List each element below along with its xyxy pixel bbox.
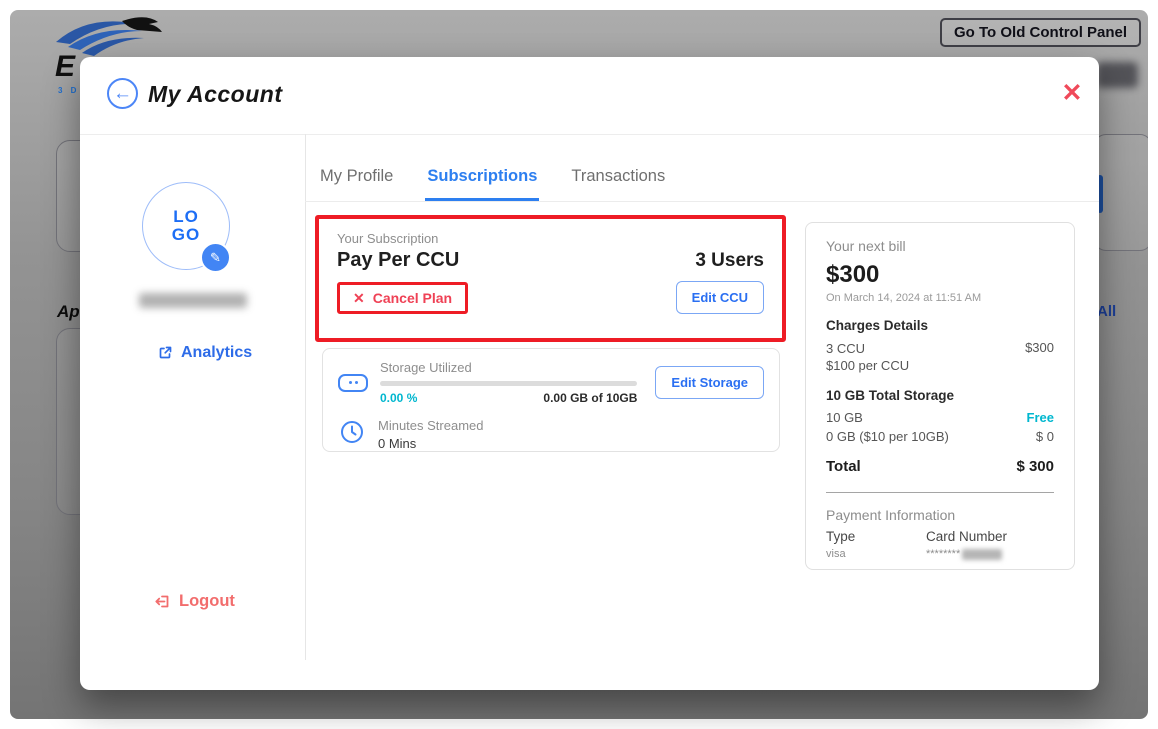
storage-card: Storage Utilized 0.00 % 0.00 GB of 10GB … xyxy=(322,348,780,452)
storage-percent: 0.00 % xyxy=(380,391,417,405)
next-bill-card: Your next bill $300 On March 14, 2024 at… xyxy=(805,222,1075,570)
ccu-amount: $300 xyxy=(1025,340,1054,374)
storage-progress-bar xyxy=(380,381,637,386)
clock-icon xyxy=(340,420,364,444)
sidebar-divider xyxy=(305,134,306,660)
avatar-text-line2: GO xyxy=(172,226,200,244)
card-number-value: ******** xyxy=(926,548,960,560)
backdrop-partial-heading: Ap xyxy=(57,302,80,322)
next-bill-date: On March 14, 2024 at 11:51 AM xyxy=(826,292,1054,304)
cancel-plan-button[interactable]: ✕ Cancel Plan xyxy=(337,282,468,314)
plan-users: 3 Users xyxy=(695,250,764,272)
edit-avatar-button[interactable]: ✎ xyxy=(200,242,231,273)
tab-transactions[interactable]: Transactions xyxy=(569,167,667,201)
pencil-icon: ✎ xyxy=(210,250,221,266)
payment-type-value: visa xyxy=(826,548,926,560)
modal-header: ← My Account ✕ xyxy=(80,57,1099,135)
charges-details-header: Charges Details xyxy=(826,318,1054,333)
analytics-label: Analytics xyxy=(181,344,252,362)
page-title: My Account xyxy=(148,81,283,108)
backdrop-blurred-badge xyxy=(1096,62,1138,88)
card-number-blurred-digits xyxy=(962,549,1002,560)
ccu-rate: $100 per CCU xyxy=(826,357,909,374)
next-bill-label: Your next bill xyxy=(826,238,1054,254)
minutes-streamed-value: 0 Mins xyxy=(378,436,484,451)
next-bill-amount: $300 xyxy=(826,261,1054,289)
payment-information-header: Payment Information xyxy=(826,507,1054,523)
tab-my-profile[interactable]: My Profile xyxy=(318,167,395,201)
storage-label: Storage Utilized xyxy=(380,360,637,375)
storage-included-amount: Free xyxy=(1027,410,1054,425)
back-button[interactable]: ← xyxy=(107,78,138,109)
card-number-label: Card Number xyxy=(926,529,1007,544)
total-label: Total xyxy=(826,458,861,475)
logout-button[interactable]: Logout xyxy=(154,592,235,611)
storage-extra: 0 GB ($10 per 10GB) xyxy=(826,429,949,444)
back-arrow-icon: ← xyxy=(113,84,132,103)
tab-bar: My Profile Subscriptions Transactions xyxy=(305,134,1099,202)
subscription-label: Your Subscription xyxy=(337,231,764,246)
blurred-username xyxy=(139,293,247,308)
close-icon: ✕ xyxy=(1062,81,1083,106)
total-amount: $ 300 xyxy=(1016,458,1054,475)
ccu-count: 3 CCU xyxy=(826,340,909,357)
cancel-x-icon: ✕ xyxy=(353,291,365,305)
storage-usage: 0.00 GB of 10GB xyxy=(543,391,637,405)
external-link-icon xyxy=(157,345,173,361)
close-button[interactable]: ✕ xyxy=(1058,79,1086,107)
backdrop-logo-subtext: 3 D xyxy=(58,86,79,95)
avatar-text-line1: LO xyxy=(173,208,199,226)
subscription-card-annotated: Your Subscription Pay Per CCU 3 Users ✕ … xyxy=(315,215,786,342)
backdrop-view-all-link[interactable]: All xyxy=(1097,303,1116,320)
tab-subscriptions[interactable]: Subscriptions xyxy=(425,167,539,201)
cancel-plan-label: Cancel Plan xyxy=(373,290,452,306)
edit-storage-button[interactable]: Edit Storage xyxy=(655,366,764,399)
logout-label: Logout xyxy=(179,592,235,611)
minutes-streamed-label: Minutes Streamed xyxy=(378,418,484,433)
logout-icon xyxy=(154,593,171,610)
bill-divider xyxy=(826,492,1054,493)
total-storage-header: 10 GB Total Storage xyxy=(826,388,1054,403)
edit-ccu-button[interactable]: Edit CCU xyxy=(676,281,764,314)
storage-drive-icon xyxy=(338,374,368,392)
my-account-modal: ← My Account ✕ LO GO ✎ Analytics Logout … xyxy=(80,57,1099,690)
sidebar-item-analytics[interactable]: Analytics xyxy=(157,344,252,362)
plan-name: Pay Per CCU xyxy=(337,249,459,272)
payment-type-label: Type xyxy=(826,529,926,544)
storage-extra-amount: $ 0 xyxy=(1036,429,1054,444)
go-to-old-control-panel-button[interactable]: Go To Old Control Panel xyxy=(940,18,1141,47)
storage-included: 10 GB xyxy=(826,410,863,425)
backdrop-logo-letter: E xyxy=(55,50,76,84)
